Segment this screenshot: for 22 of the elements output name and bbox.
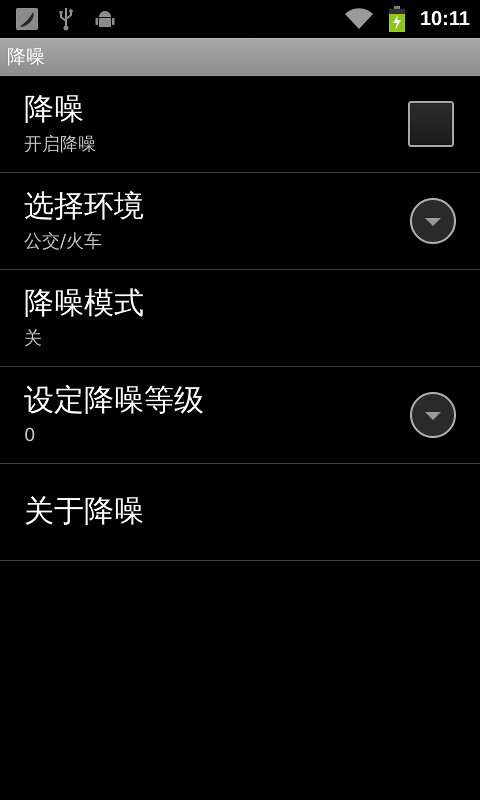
wifi-icon [344,8,374,30]
preference-item[interactable]: 关于降噪 [0,464,480,561]
preference-summary: 开启降噪 [24,133,96,157]
preference-title: 降噪模式 [24,285,144,323]
preference-title: 降噪 [24,91,85,129]
preference-title: 选择环境 [24,188,144,226]
preference-title: 关于降噪 [24,493,144,531]
preference-item[interactable]: 选择环境 公交/火车 [0,173,480,270]
clock-time: 10:11 [420,8,470,30]
preference-item[interactable]: 降噪模式 关 [0,270,480,367]
preference-item[interactable]: 设定降噪等级 0 [0,367,480,464]
screen-title: 降噪 [7,45,45,70]
pea-pod-icon [16,8,38,30]
preference-summary: 公交/火车 [24,230,104,254]
usb-icon [58,7,74,31]
checkbox[interactable] [408,101,454,147]
battery-charging-icon [388,6,406,32]
android-icon [94,8,116,30]
preference-item[interactable]: 降噪 开启降噪 [0,76,480,173]
preference-summary: 关 [24,327,43,351]
preference-title: 设定降噪等级 [24,382,204,420]
preference-summary: 0 [24,424,36,448]
